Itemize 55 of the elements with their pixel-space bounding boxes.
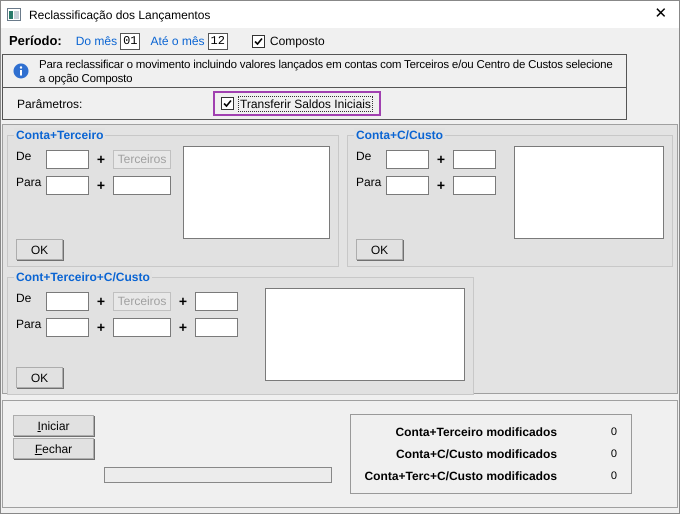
action-button[interactable]: Iniciar [13, 415, 94, 436]
parameters-label: Parâmetros: [17, 96, 84, 112]
plus-sign: + [178, 292, 188, 310]
month-field[interactable]: 01 [120, 32, 140, 50]
input-field[interactable] [46, 318, 89, 336]
input-field[interactable] [195, 318, 238, 336]
row-label: De [356, 148, 372, 165]
input-field[interactable] [386, 150, 429, 168]
summary-value: 0 [610, 468, 617, 484]
close-button[interactable]: ✕ [649, 3, 673, 26]
info-text: Para reclassificar o movimento incluindo valores lançados em contas com Terceiros e/ou Centro de Custos selecione a opção Composto [39, 58, 614, 86]
input-field[interactable] [46, 150, 89, 168]
ok-button[interactable]: OK [356, 239, 403, 260]
composite-label: Composto [270, 33, 325, 50]
group-title: Conta+Terceiro [14, 128, 106, 142]
plus-sign: + [436, 176, 446, 194]
from-label: Do mês [76, 33, 118, 50]
summary-value: 0 [610, 424, 617, 440]
summary-label: Conta+Terc+C/Custo modificados [364, 468, 557, 485]
input-field[interactable] [195, 292, 238, 310]
group-title: Conta+C/Custo [354, 128, 445, 142]
checkbox[interactable] [221, 97, 234, 110]
info-icon [13, 63, 29, 79]
row-label: De [16, 290, 32, 307]
plus-sign: + [436, 150, 446, 168]
month-field[interactable]: 12 [208, 32, 228, 50]
to-label: Até o mês [150, 33, 205, 50]
transfer-label: Transferir Saldos Iniciais [238, 96, 373, 112]
input-field[interactable] [386, 176, 429, 194]
period-label: Período: [9, 32, 62, 50]
row-label: Para [16, 316, 42, 333]
plus-sign: + [96, 150, 106, 168]
window-title: Reclassificação dos Lançamentos [29, 6, 212, 24]
group-title: Cont+Terceiro+C/Custo [14, 270, 152, 284]
input-field[interactable] [46, 292, 89, 310]
ok-button[interactable]: OK [16, 367, 63, 388]
plus-sign: + [178, 318, 188, 336]
checkbox[interactable] [252, 34, 265, 48]
plus-sign: + [96, 292, 106, 310]
input-field[interactable] [453, 150, 496, 168]
app-icon [7, 8, 21, 21]
summary-label: Conta+C/Custo modificados [396, 446, 557, 463]
input-field[interactable] [113, 176, 171, 194]
row-label: De [16, 148, 32, 165]
summary-label: Conta+Terceiro modificados [396, 424, 557, 441]
plus-sign: + [96, 176, 106, 194]
row-label: Para [16, 174, 42, 191]
input-field[interactable] [46, 176, 89, 194]
action-button[interactable]: Fechar [13, 438, 94, 459]
ok-button[interactable]: OK [16, 239, 63, 260]
summary-value: 0 [610, 446, 617, 462]
input-field[interactable] [113, 318, 171, 336]
input-field[interactable] [453, 176, 496, 194]
plus-sign: + [96, 318, 106, 336]
row-label: Para [356, 174, 382, 191]
